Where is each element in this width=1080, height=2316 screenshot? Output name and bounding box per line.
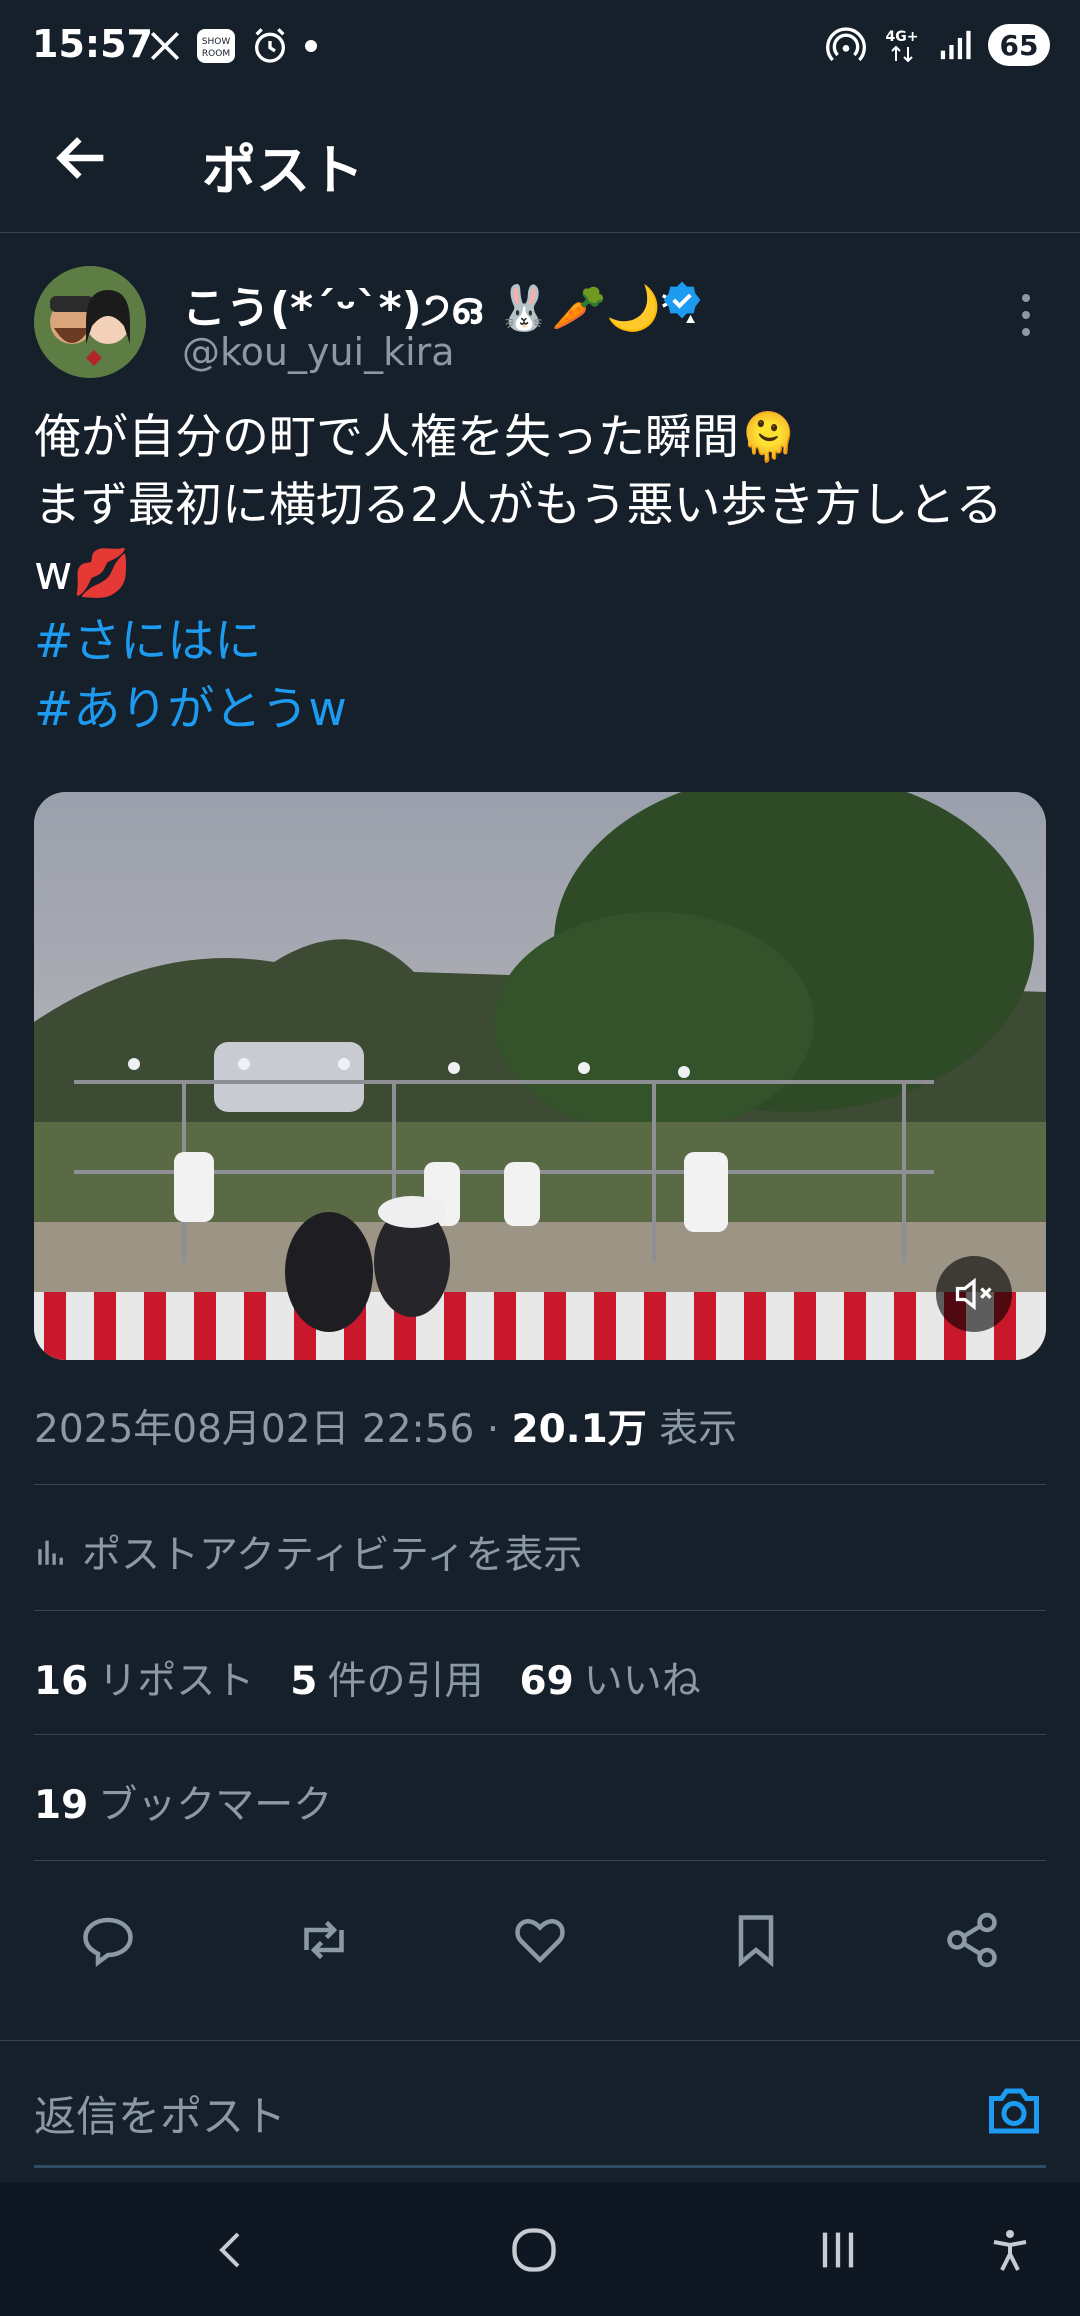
post-text-line: まず最初に横切る2人がもう悪い歩き方しとる [34, 478, 1003, 533]
post-actions [0, 1890, 1080, 1994]
verified-badge-icon [663, 281, 701, 319]
nav-back-button[interactable] [196, 2214, 268, 2286]
top-bar: ポスト [0, 96, 1080, 233]
bookmarks-label: ブックマーク [98, 1783, 333, 1828]
hotspot-icon [826, 27, 866, 62]
reposts-stat[interactable]: 16 リポスト [34, 1650, 254, 1706]
signal-icon [940, 30, 971, 60]
dot-icon [305, 40, 317, 52]
hashtag-link[interactable]: #ありがとうw [34, 676, 1044, 744]
svg-text:ROOM: ROOM [202, 49, 230, 59]
bookmarks-count: 19 [34, 1783, 89, 1828]
recents-icon [822, 2232, 854, 2268]
back-button[interactable] [50, 126, 114, 190]
showroom-icon: SHOW ROOM [197, 29, 235, 63]
reply-icon [83, 1917, 133, 1967]
alarm-icon [255, 28, 285, 63]
hashtag-link[interactable]: #さにはに [34, 608, 1044, 676]
reply-input[interactable]: 返信をポスト [34, 2083, 286, 2144]
more-options-icon[interactable] [1016, 290, 1036, 340]
page-title: ポスト [202, 139, 364, 202]
bookmark-icon [738, 1915, 774, 1968]
post-author: こう(*´ᵕ`*)੭ഒ 🐰🥕🌙*ː @kou_yui_kira [34, 266, 1046, 386]
mute-button[interactable] [936, 1256, 1012, 1332]
status-time: 15:57 [32, 22, 153, 66]
camera-icon[interactable] [984, 2081, 1044, 2141]
likes-label: いいね [583, 1659, 701, 1704]
post-stats: 16 リポスト 5 件の引用 69 いいね [34, 1650, 701, 1706]
nav-home-button[interactable] [498, 2214, 570, 2286]
post-text: 俺が自分の町で人権を失った瞬間🫠 まず最初に横切る2人がもう悪い歩き方しとる w… [34, 404, 1044, 744]
quotes-label: 件の引用 [327, 1659, 484, 1704]
x-icon [150, 31, 180, 61]
post-activity-link[interactable]: ポストアクティビティを表示 [34, 1524, 582, 1580]
nav-recents-button[interactable] [802, 2214, 874, 2286]
bookmarks-stat[interactable]: 19 ブックマーク [34, 1774, 332, 1830]
post-text-line: 俺が自分の町で人権を失った瞬間🫠 [34, 410, 798, 465]
repost-icon [304, 1920, 344, 1960]
post-timestamp: 2025年08月02日 22:56 [34, 1407, 475, 1452]
svg-text:SHOW: SHOW [202, 37, 231, 47]
quotes-stat[interactable]: 5 件の引用 [290, 1650, 483, 1706]
user-handle[interactable]: @kou_yui_kira [182, 330, 455, 374]
home-circle-icon [512, 2228, 556, 2272]
likes-stat[interactable]: 69 いいね [519, 1650, 700, 1706]
likes-count: 69 [519, 1659, 574, 1704]
divider [34, 1860, 1046, 1861]
battery-icon: 65 [988, 24, 1050, 66]
like-button[interactable] [504, 1904, 576, 1976]
share-button[interactable] [936, 1904, 1008, 1976]
bookmark-button[interactable] [720, 1904, 792, 1976]
reposts-label: リポスト [98, 1659, 255, 1704]
repost-button[interactable] [288, 1904, 360, 1976]
post-text-line: w💋 [34, 546, 131, 601]
display-name[interactable]: こう(*´ᵕ`*)੭ഒ 🐰🥕🌙*ː [182, 272, 699, 336]
volume-muted-icon [955, 1277, 992, 1311]
heart-icon [515, 1919, 565, 1964]
divider [34, 1610, 1046, 1611]
system-nav-bar [0, 2182, 1080, 2316]
svg-text:4G+: 4G+ [886, 29, 919, 45]
avatar[interactable] [34, 266, 146, 378]
meta-separator: · [486, 1407, 500, 1452]
views-count: 20.1万 [511, 1407, 647, 1452]
views-label: 表示 [659, 1407, 738, 1452]
reposts-count: 16 [34, 1659, 89, 1704]
divider [34, 1484, 1046, 1485]
share-icon [947, 1912, 997, 1968]
post-meta: 2025年08月02日 22:56 · 20.1万 表示 [34, 1398, 737, 1454]
reply-button[interactable] [72, 1904, 144, 1976]
analytics-icon [38, 1540, 63, 1565]
quotes-count: 5 [290, 1659, 318, 1704]
accessibility-button[interactable] [974, 2214, 1046, 2286]
divider [34, 1734, 1046, 1735]
status-bar: 15:57 SHOW ROOM 4G+ 65 [0, 0, 1080, 96]
reply-underline [34, 2165, 1046, 2168]
accessibility-icon [993, 2230, 1027, 2271]
network-4g-icon: 4G+ [886, 29, 919, 63]
chevron-left-icon [219, 2232, 240, 2268]
post-video[interactable] [34, 792, 1046, 1360]
reply-composer: 返信をポスト [0, 2040, 1080, 2181]
activity-label: ポストアクティビティを表示 [82, 1533, 583, 1578]
